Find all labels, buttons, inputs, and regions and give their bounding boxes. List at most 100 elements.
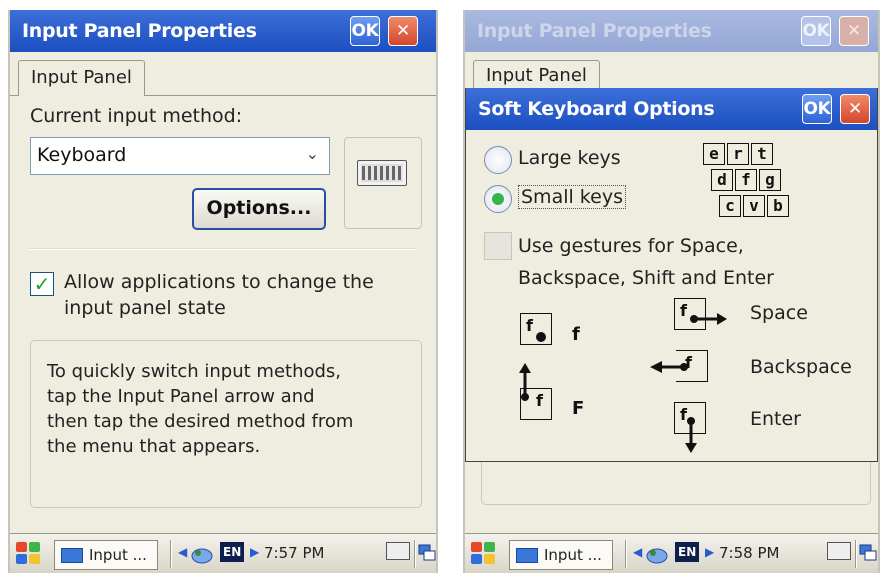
background-ok-button[interactable]: OK <box>801 16 831 46</box>
windows-logo-icon <box>484 554 495 564</box>
input-panel-keyboard-icon[interactable] <box>386 542 410 560</box>
swipe-right-arrow-icon <box>690 313 727 325</box>
windows-logo-icon <box>29 554 40 564</box>
background-title-bar: Input Panel Properties OK ✕ <box>465 10 878 52</box>
tab-input-panel[interactable]: Input Panel <box>18 60 145 96</box>
input-panel-properties-window-background: Input Panel Properties OK ✕ Input Panel … <box>463 10 880 573</box>
gesture-key-char: f <box>526 316 533 335</box>
dialog-close-button[interactable]: ✕ <box>840 94 870 124</box>
close-button[interactable]: ✕ <box>388 16 418 46</box>
keyboard-preview <box>344 137 422 229</box>
ok-button[interactable]: OK <box>350 16 380 46</box>
allow-label-line2: input panel state <box>64 297 226 319</box>
dialog-title: Soft Keyboard Options <box>478 98 715 120</box>
language-indicator[interactable]: EN <box>220 542 245 562</box>
key-preview: v <box>743 195 765 217</box>
dialog-title-bar: Soft Keyboard Options OK ✕ <box>466 88 877 130</box>
taskbar: Input ... ◀ EN ▶ 7:57 PM <box>10 533 436 573</box>
window-title: Input Panel Properties <box>22 20 257 42</box>
tray-divider <box>414 540 416 568</box>
input-method-value: Keyboard <box>37 144 127 166</box>
allow-label-line1: Allow applications to change the <box>64 271 374 293</box>
gesture-tap-icon: f <box>520 313 552 345</box>
desktop-switch[interactable] <box>414 538 436 570</box>
keyboard-icon <box>357 160 407 186</box>
input-panel-properties-window: Input Panel Properties OK ✕ Input Panel … <box>8 10 438 573</box>
swipe-up-arrow-icon <box>519 363 531 401</box>
current-method-label: Current input method: <box>30 105 243 127</box>
taskbar-item-input[interactable]: Input ... <box>54 540 158 570</box>
gestures-label-line1: Use gestures for Space, <box>518 235 744 257</box>
key-preview: e <box>703 143 725 165</box>
large-keys-radio[interactable] <box>484 146 512 174</box>
info-line: tap the Input Panel arrow and <box>47 386 315 407</box>
windows-logo-icon <box>16 542 27 552</box>
background-close-button[interactable]: ✕ <box>839 16 869 46</box>
taskbar-item-label: Input ... <box>544 546 602 564</box>
checkmark-icon: ✓ <box>33 272 51 296</box>
window-icon <box>61 548 83 563</box>
chevron-down-icon[interactable]: ⌄ <box>306 144 319 163</box>
gesture-space-label: Space <box>750 302 808 324</box>
title-bar: Input Panel Properties OK ✕ <box>10 10 436 52</box>
arrow-left-icon[interactable]: ◀ <box>633 545 642 559</box>
background-tab-input-panel[interactable]: Input Panel <box>473 60 600 90</box>
input-method-select[interactable]: Keyboard ⌄ <box>30 137 330 175</box>
key-size-preview: e r t d f g c v b <box>698 143 818 223</box>
info-line: then tap the desired method from <box>47 411 354 432</box>
gestures-label-line2: Backspace, Shift and Enter <box>518 267 774 289</box>
arrow-left-icon[interactable]: ◀ <box>178 545 187 559</box>
taskbar-item-input[interactable]: Input ... <box>509 540 613 570</box>
dialog-ok-button[interactable]: OK <box>802 94 832 124</box>
key-preview: g <box>759 169 781 191</box>
divider <box>30 248 416 250</box>
window-icon <box>516 548 538 563</box>
options-button[interactable]: Options... <box>192 188 326 230</box>
tap-dot <box>536 332 546 342</box>
allow-applications-checkbox[interactable]: ✓ <box>30 272 54 296</box>
switch-windows-icon <box>859 544 877 561</box>
clock[interactable]: 7:57 PM <box>264 544 324 562</box>
use-gestures-checkbox[interactable] <box>484 232 512 260</box>
use-gestures-label[interactable]: Use gestures for Space, Backspace, Shift… <box>518 230 774 294</box>
gesture-f-lower-label: f <box>572 324 580 345</box>
system-tray: ◀ EN ▶ 7:57 PM <box>170 538 370 570</box>
swipe-left-arrow-icon <box>650 361 688 373</box>
key-preview: t <box>751 143 773 165</box>
network-icon[interactable] <box>190 544 214 566</box>
gesture-shift-icon: f <box>519 363 552 420</box>
key-preview: b <box>767 195 789 217</box>
arrow-right-icon[interactable]: ▶ <box>250 545 259 559</box>
desktop-switch[interactable] <box>855 538 877 570</box>
background-window-title: Input Panel Properties <box>477 20 712 42</box>
gesture-f-upper-label: F <box>572 398 585 419</box>
start-button[interactable] <box>16 542 42 566</box>
tray-divider <box>170 540 172 568</box>
info-box: To quickly switch input methods, tap the… <box>30 340 422 508</box>
gesture-backspace-label: Backspace <box>750 356 852 378</box>
small-keys-label[interactable]: Small keys <box>518 185 626 209</box>
large-keys-label[interactable]: Large keys <box>518 147 621 169</box>
gesture-enter-label: Enter <box>750 408 801 430</box>
tray-divider <box>855 540 857 568</box>
arrow-right-icon[interactable]: ▶ <box>705 545 714 559</box>
clock[interactable]: 7:58 PM <box>719 544 779 562</box>
windows-logo-icon <box>471 542 482 552</box>
windows-logo-icon <box>16 554 27 564</box>
key-preview: d <box>711 169 733 191</box>
info-line: the menu that appears. <box>47 436 261 457</box>
key-preview: c <box>719 195 741 217</box>
start-button[interactable] <box>471 542 497 566</box>
allow-applications-label[interactable]: Allow applications to change the input p… <box>64 269 374 321</box>
switch-windows-icon <box>418 544 436 561</box>
key-preview: r <box>727 143 749 165</box>
swipe-down-arrow-icon <box>685 417 697 453</box>
input-panel-keyboard-icon[interactable] <box>827 542 851 560</box>
gesture-backspace-icon: f <box>650 350 708 382</box>
language-indicator[interactable]: EN <box>675 542 700 562</box>
small-keys-radio[interactable] <box>484 185 512 213</box>
taskbar-item-label: Input ... <box>89 546 147 564</box>
windows-logo-icon <box>471 554 482 564</box>
network-icon[interactable] <box>645 544 669 566</box>
taskbar: Input ... ◀ EN ▶ 7:58 PM <box>465 533 878 573</box>
